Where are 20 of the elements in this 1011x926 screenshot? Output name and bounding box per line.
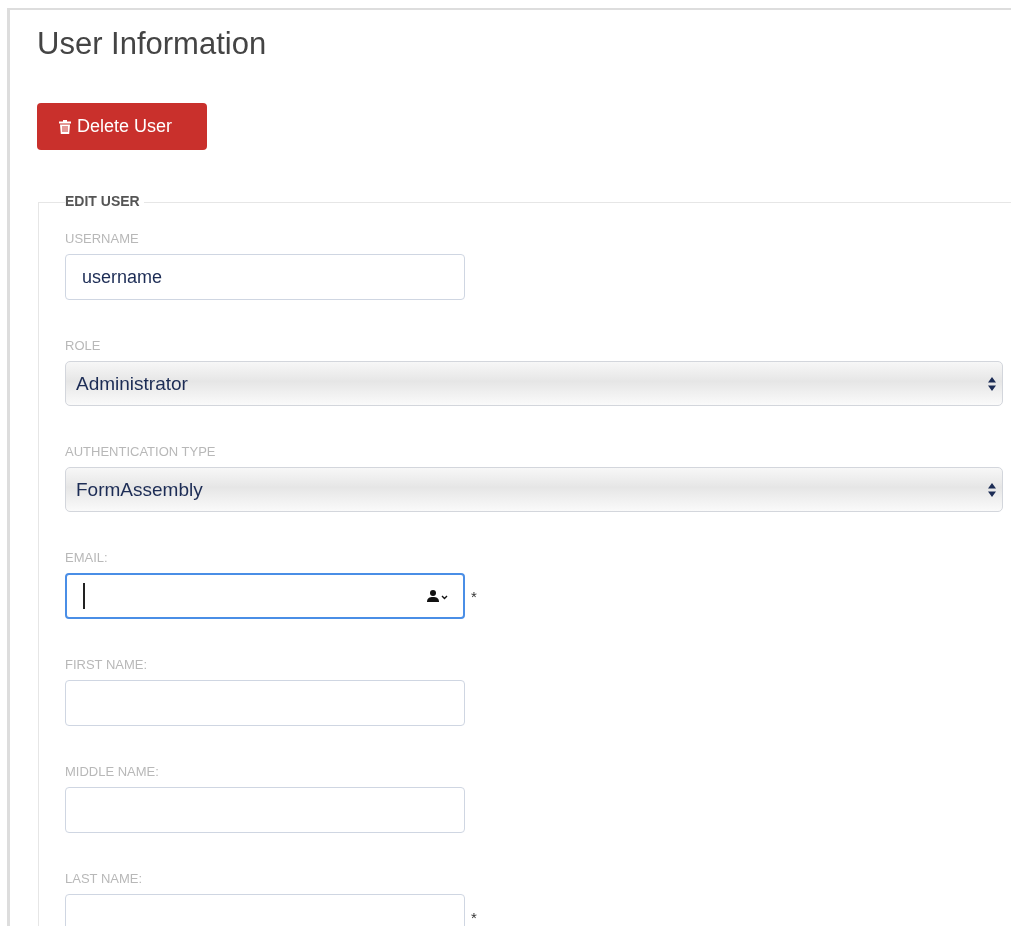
trash-icon [59,119,71,134]
updown-arrows-icon [988,376,996,391]
updown-arrows-icon [988,482,996,497]
field-label: FIRST NAME: [65,657,149,672]
text-field[interactable]: username [65,254,465,300]
field-label: LAST NAME: [65,871,144,886]
required-mark: * [471,587,477,605]
required-mark: * [471,908,477,926]
text-field[interactable] [65,573,465,619]
field-label: USERNAME [65,231,140,246]
delete-user-button[interactable]: Delete User [37,103,207,150]
field-label: ROLE [65,338,102,353]
select-field[interactable]: Administrator [65,361,1003,406]
select-field[interactable]: FormAssembly [65,467,1003,512]
field-label: EMAIL: [65,550,109,565]
legend: EDIT USER [65,193,144,209]
text-cursor [83,583,85,609]
field-label: AUTHENTICATION TYPE [65,444,217,459]
page-title: User Information [37,25,268,63]
field-label: MIDDLE NAME: [65,764,160,779]
